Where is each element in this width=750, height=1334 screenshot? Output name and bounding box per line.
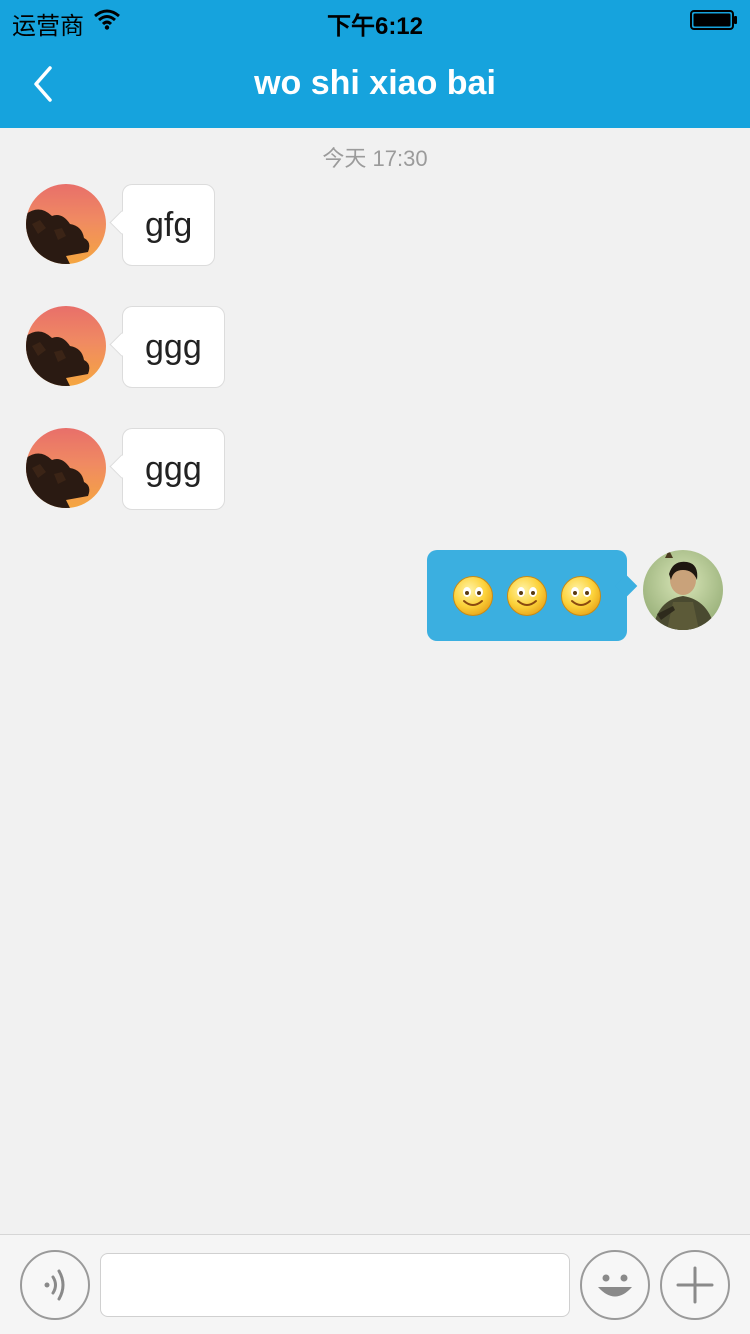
emoji-icon	[598, 1274, 632, 1297]
voice-icon	[44, 1269, 65, 1301]
plus-button[interactable]	[660, 1250, 730, 1320]
contact-avatar[interactable]	[26, 428, 106, 508]
sunset-tree-image	[26, 306, 106, 386]
message-text: ggg	[145, 327, 202, 366]
my-avatar[interactable]	[643, 550, 723, 630]
sunset-tree-image	[26, 428, 106, 508]
message-input-bar	[0, 1234, 750, 1334]
incoming-message-bubble[interactable]: ggg	[122, 428, 225, 510]
contact-avatar[interactable]	[26, 184, 106, 264]
chat-timestamp: 今天 17:30	[322, 146, 428, 171]
voice-button[interactable]	[20, 1250, 90, 1320]
smiley-icon	[453, 575, 493, 616]
page-title: wo shi xiao bai	[254, 64, 496, 102]
plus-icon	[676, 1266, 714, 1304]
portrait-image	[643, 550, 723, 630]
message-text: ggg	[145, 449, 202, 488]
smiley-icon	[561, 575, 601, 616]
emoji-button[interactable]	[580, 1250, 650, 1320]
sunset-tree-image	[26, 184, 106, 264]
message-text: gfg	[145, 205, 193, 244]
incoming-message-bubble[interactable]: ggg	[122, 306, 225, 388]
navigation-bar: 运营商 下午6:12 wo shi xiao bai	[0, 0, 750, 128]
contact-avatar[interactable]	[26, 306, 106, 386]
battery-icon	[690, 10, 737, 30]
status-bar: 运营商 下午6:12	[0, 0, 750, 40]
smiley-icon	[507, 575, 547, 616]
outgoing-message-bubble[interactable]	[427, 550, 627, 641]
message-input[interactable]	[100, 1253, 570, 1317]
status-time: 下午6:12	[326, 13, 424, 40]
incoming-message-bubble[interactable]: gfg	[122, 184, 216, 266]
